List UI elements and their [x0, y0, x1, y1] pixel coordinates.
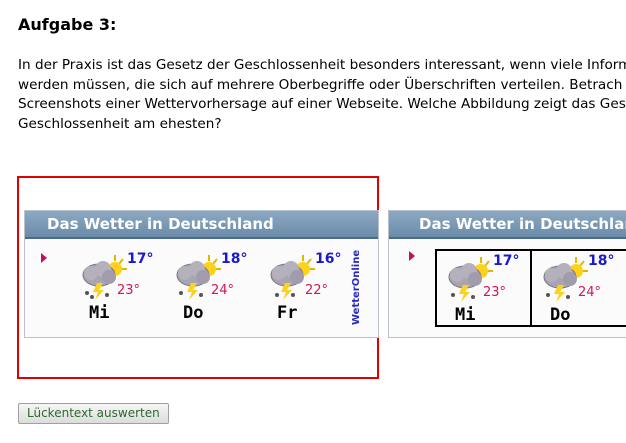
play-arrow-icon[interactable]	[41, 253, 47, 263]
day-name: Mi	[455, 305, 476, 325]
task-title: Aufgabe 3:	[18, 15, 117, 34]
day-name: Do	[550, 305, 571, 325]
low-temperature: 22°	[305, 283, 329, 298]
grid-cell-thursday: 18° 24° Do	[532, 251, 625, 325]
high-temperature: 17°	[493, 253, 520, 269]
high-temperature: 18°	[221, 251, 248, 267]
task-line: Geschlossenheit am ehesten?	[18, 115, 222, 132]
weather-option-b[interactable]: Das Wetter in Deutschlan 17° 23° Mi 18° …	[388, 210, 626, 338]
grid-cell-wednesday: 17° 23° Mi	[437, 251, 532, 325]
high-temperature: 18°	[588, 253, 615, 269]
task-line: werden müssen, die sich auf mehrere Ober…	[18, 76, 623, 93]
day-name: Mi	[89, 303, 110, 323]
high-temperature: 16°	[315, 251, 342, 267]
widget-header: Das Wetter in Deutschland	[25, 211, 378, 239]
day-name: Fr	[277, 303, 298, 323]
day-forecast-wednesday: 17° 23° Mi	[71, 249, 159, 327]
low-temperature: 23°	[117, 283, 141, 298]
wetteronline-logo: WetterOnline	[351, 249, 362, 325]
evaluate-button[interactable]: Lückentext auswerten	[18, 403, 169, 424]
day-forecast-wednesday: 17° 23° Mi	[437, 251, 525, 329]
widget-header: Das Wetter in Deutschlan	[389, 211, 626, 239]
high-temperature: 17°	[127, 251, 154, 267]
day-forecast-friday: 16° 22° Fr	[259, 249, 347, 327]
task-line: In der Praxis ist das Gesetz der Geschlo…	[18, 57, 626, 73]
day-name: Do	[183, 303, 204, 323]
weather-option-a[interactable]: Das Wetter in Deutschland 17° 23° Mi 18°…	[24, 210, 379, 338]
low-temperature: 23°	[483, 285, 507, 300]
low-temperature: 24°	[578, 285, 602, 300]
play-arrow-icon[interactable]	[409, 251, 415, 261]
task-description: In der Praxis ist das Gesetz der Geschlo…	[18, 56, 626, 134]
forecast-grid: 17° 23° Mi 18° 24° Do	[435, 249, 626, 327]
low-temperature: 24°	[211, 283, 235, 298]
task-line: Screenshots einer Wettervorhersage auf e…	[18, 96, 626, 112]
day-forecast-thursday: 18° 24° Do	[165, 249, 253, 327]
day-forecast-thursday: 18° 24° Do	[532, 251, 620, 329]
